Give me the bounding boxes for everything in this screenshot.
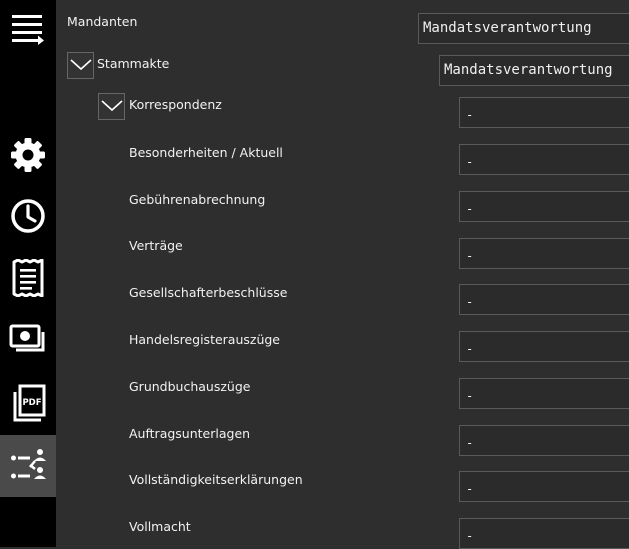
responsibility-field-stammakte[interactable]: Mandatsverantwortung: [439, 55, 629, 86]
structure-button[interactable]: [0, 435, 56, 497]
responsibility-field-auftragsunterlagen[interactable]: -: [459, 425, 629, 456]
tree-label-stammakte: Stammakte: [97, 56, 170, 71]
tree-label-vollmacht: Vollmacht: [129, 519, 191, 534]
responsibility-field-gebuehrenabrechnung[interactable]: -: [459, 191, 629, 222]
tree-label-gesellschafterbeschluesse: Gesellschafterbeschlüsse: [129, 285, 288, 300]
responsibility-field-vollmacht[interactable]: -: [459, 518, 629, 549]
pdf-icon-text: PDF: [22, 398, 41, 408]
tree-label-grundbuchauszuege: Grundbuchauszüge: [129, 379, 251, 394]
responsibility-field-vollstaendigkeitserklaerungen[interactable]: -: [459, 471, 629, 502]
tree-label-auftragsunterlagen: Auftragsunterlagen: [129, 426, 251, 441]
responsibility-field-vertraege[interactable]: -: [459, 238, 629, 269]
responsibility-field-gesellschafterbeschluesse[interactable]: -: [459, 284, 629, 315]
clock-icon: [11, 199, 45, 233]
menu-button[interactable]: [0, 6, 56, 50]
tree-label-mandanten: Mandanten: [67, 14, 138, 29]
payments-button[interactable]: [0, 318, 56, 362]
settings-button[interactable]: [0, 133, 56, 177]
pdf-button[interactable]: PDF: [0, 380, 56, 426]
receipt-button[interactable]: [0, 256, 56, 300]
responsibility-field-mandanten[interactable]: Mandatsverantwortung: [418, 13, 629, 44]
tree-label-besonderheiten: Besonderheiten / Aktuell: [129, 145, 283, 160]
responsibility-field-grundbuchauszuege[interactable]: -: [459, 378, 629, 409]
receipt-icon: [12, 259, 44, 297]
menu-icon: [12, 15, 44, 45]
collapse-toggle-stammakte[interactable]: [67, 52, 94, 79]
tree-label-vertraege: Verträge: [129, 238, 183, 253]
tree-label-korrespondenz: Korrespondenz: [129, 97, 222, 112]
tree-label-vollstaendigkeitserklaerungen: Vollständigkeitserklärungen: [129, 472, 303, 487]
responsibility-field-korrespondenz[interactable]: -: [459, 97, 629, 128]
gear-icon: [11, 138, 45, 172]
tree-label-gebuehrenabrechnung: Gebührenabrechnung: [129, 192, 266, 207]
chevron-down-icon: [70, 59, 92, 71]
tree-label-handelsregisterauszuege: Handelsregisterauszüge: [129, 332, 281, 347]
pdf-icon: PDF: [13, 384, 46, 422]
history-button[interactable]: [0, 194, 56, 238]
responsibility-field-besonderheiten[interactable]: -: [459, 144, 629, 175]
chevron-down-icon: [101, 100, 123, 112]
sidebar: PDF: [0, 0, 56, 547]
collapse-toggle-korrespondenz[interactable]: [98, 93, 125, 120]
money-icon: [9, 324, 45, 352]
structure-panel: Mandanten Mandatsverantwortung Stammakte…: [56, 0, 629, 549]
hierarchy-icon: [11, 449, 46, 479]
responsibility-field-handelsregisterauszuege[interactable]: -: [459, 331, 629, 362]
